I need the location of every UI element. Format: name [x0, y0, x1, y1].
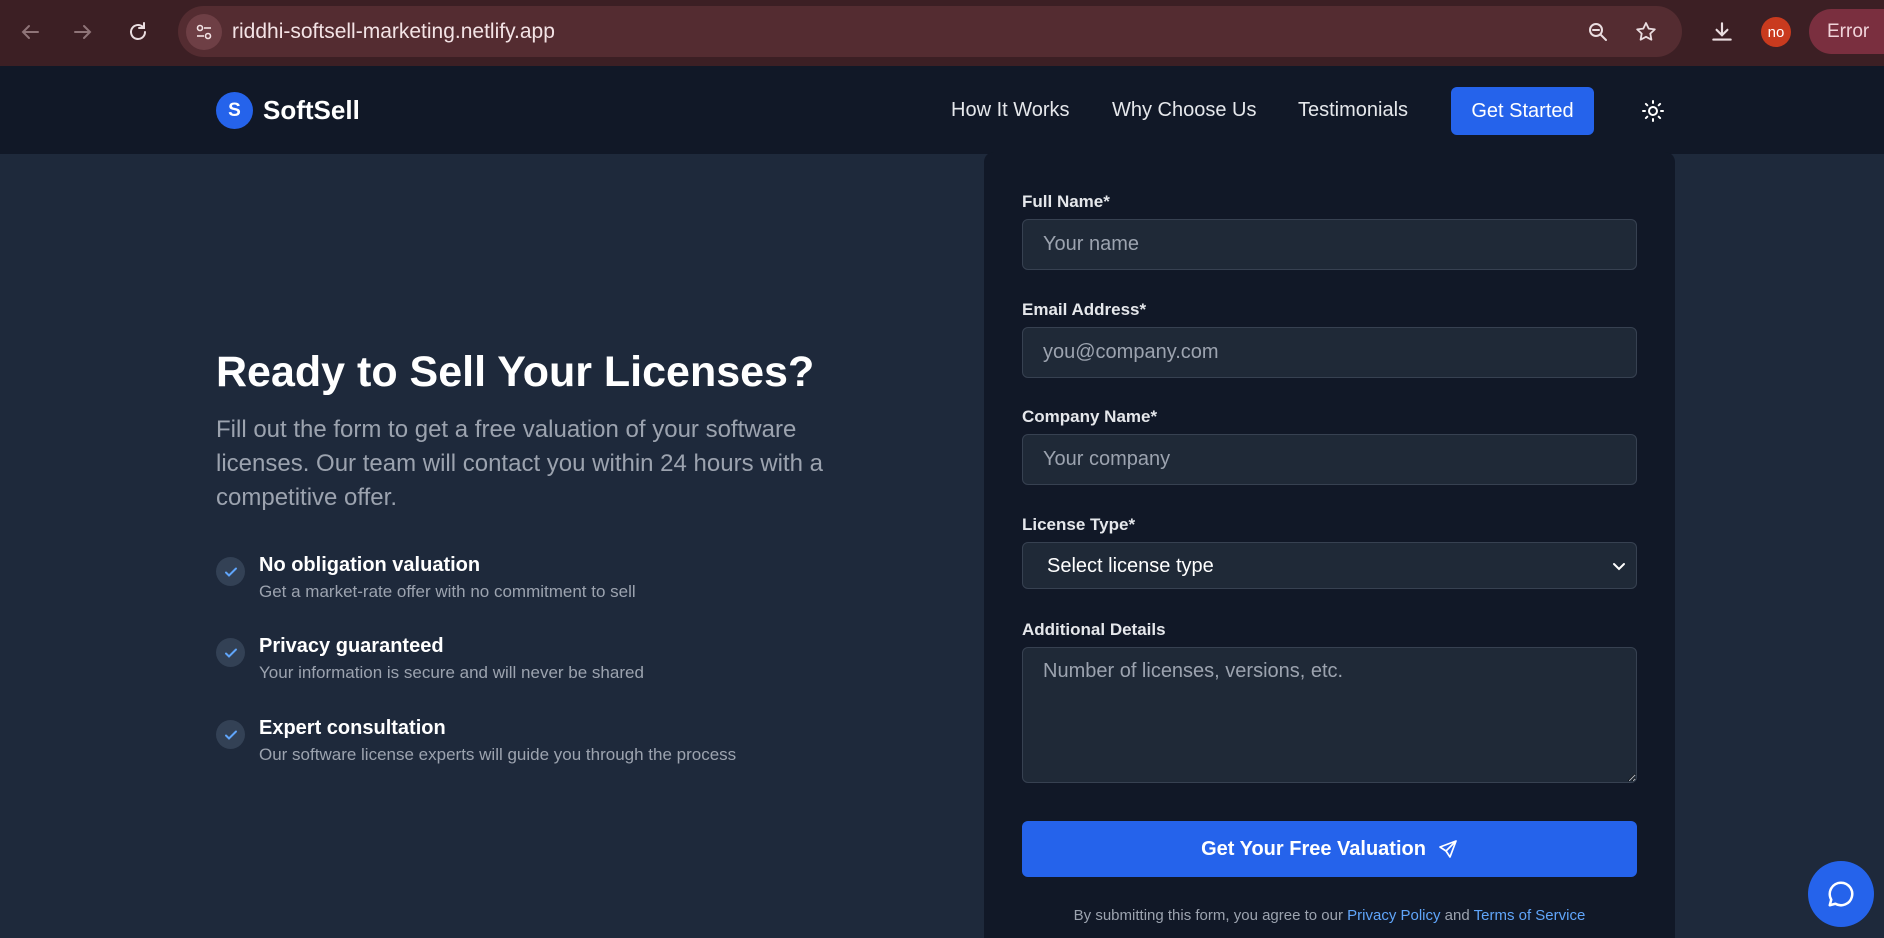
arrow-right-icon [74, 25, 92, 39]
tune-icon [196, 24, 212, 40]
nav-how-it-works[interactable]: How It Works [951, 99, 1070, 122]
browser-toolbar: riddhi-softsell-marketing.netlify.app no… [0, 0, 1884, 66]
privacy-policy-link[interactable]: Privacy Policy [1347, 907, 1440, 924]
address-bar[interactable]: riddhi-softsell-marketing.netlify.app [178, 6, 1682, 57]
feature-title: Privacy guaranteed [259, 635, 444, 657]
error-label: Error [1827, 21, 1870, 42]
brand-name[interactable]: SoftSell [263, 95, 360, 126]
get-started-button[interactable]: Get Started [1451, 87, 1594, 135]
email-input[interactable] [1022, 327, 1637, 378]
error-button[interactable]: Error [1809, 9, 1884, 54]
nav-testimonials[interactable]: Testimonials [1298, 99, 1408, 122]
chat-bubble-icon [1828, 881, 1854, 907]
nav-why-choose-us[interactable]: Why Choose Us [1112, 99, 1257, 122]
check-icon [216, 557, 245, 586]
submit-valuation-button[interactable]: Get Your Free Valuation [1022, 821, 1637, 877]
zoom-button[interactable] [1584, 18, 1612, 46]
back-button[interactable] [12, 14, 48, 50]
legal-notice: By submitting this form, you agree to ou… [984, 907, 1675, 924]
profile-avatar[interactable]: no [1761, 17, 1791, 47]
legal-prefix: By submitting this form, you agree to ou… [1073, 907, 1343, 924]
forward-button[interactable] [65, 14, 101, 50]
downloads-button[interactable] [1704, 14, 1740, 50]
check-icon [216, 720, 245, 749]
feature-desc: Your information is secure and will neve… [259, 663, 644, 682]
submit-label: Get Your Free Valuation [1201, 837, 1426, 860]
terms-of-service-link[interactable]: Terms of Service [1474, 907, 1586, 924]
hero-title: Ready to Sell Your Licenses? [216, 348, 815, 396]
full-name-input[interactable] [1022, 219, 1637, 270]
sun-icon [1642, 100, 1664, 122]
star-icon [1636, 22, 1656, 41]
email-label: Email Address* [1022, 300, 1147, 319]
theme-toggle-button[interactable] [1639, 97, 1667, 125]
download-icon [1712, 22, 1732, 41]
reload-icon [130, 22, 146, 40]
chevron-down-icon [1613, 563, 1625, 571]
chat-button[interactable] [1808, 861, 1874, 927]
license-type-value: Select license type [1047, 555, 1214, 577]
url-text: riddhi-softsell-marketing.netlify.app [232, 20, 555, 43]
feature-desc: Get a market-rate offer with no commitme… [259, 582, 636, 601]
zoom-icon [1589, 23, 1607, 41]
feature-title: Expert consultation [259, 717, 446, 739]
site-info-button[interactable] [186, 14, 222, 50]
legal-and: and [1444, 907, 1470, 924]
bookmark-button[interactable] [1632, 18, 1660, 46]
company-input[interactable] [1022, 434, 1637, 485]
logo-icon[interactable]: S [216, 92, 253, 129]
arrow-left-icon [21, 25, 39, 39]
feature-desc: Our software license experts will guide … [259, 745, 737, 764]
hero-subtitle: Fill out the form to get a free valuatio… [216, 416, 823, 511]
details-textarea[interactable] [1022, 647, 1637, 783]
feature-title: No obligation valuation [259, 554, 481, 576]
send-icon [1439, 840, 1457, 858]
check-icon [216, 638, 245, 667]
license-type-label: License Type* [1022, 515, 1136, 534]
reload-button[interactable] [120, 14, 156, 50]
details-label: Additional Details [1022, 620, 1166, 639]
license-type-select[interactable]: Select license type [1022, 542, 1637, 589]
company-label: Company Name* [1022, 407, 1158, 426]
full-name-label: Full Name* [1022, 192, 1110, 211]
